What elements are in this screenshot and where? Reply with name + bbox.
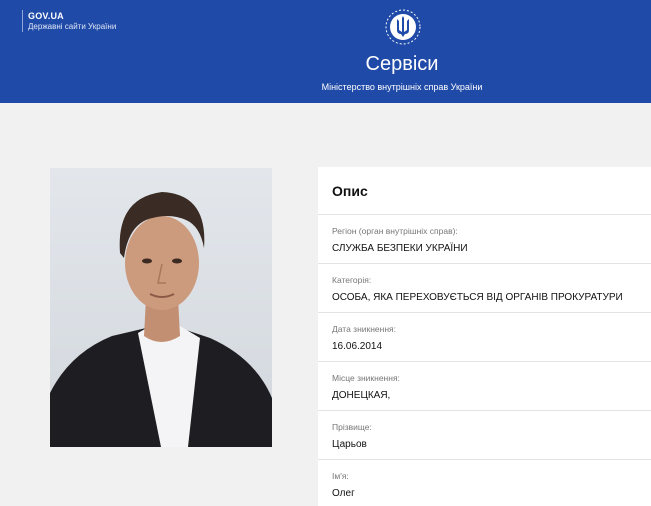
person-photo [50, 168, 272, 447]
field-missing-date: Дата зникнення: 16.06.2014 [318, 313, 651, 362]
field-value: СЛУЖБА БЕЗПЕКИ УКРАЇНИ [332, 243, 468, 254]
field-first-name: Ім'я: Олег [318, 460, 651, 506]
field-value: ДОНЕЦКАЯ, [332, 390, 391, 401]
field-value: Олег [332, 488, 355, 499]
field-label: Категорія: [332, 275, 372, 285]
site-header: GOV.UA Державні сайти України Сервіси Мі… [0, 0, 651, 103]
trident-emblem-icon[interactable] [383, 7, 423, 47]
field-label: Ім'я: [332, 471, 349, 481]
field-surname: Прізвище: Царьов [318, 411, 651, 460]
page-title: Сервіси [365, 53, 439, 75]
field-value: Царьов [332, 439, 367, 450]
card-title: Опис [318, 167, 651, 215]
field-label: Дата зникнення: [332, 324, 397, 334]
field-value: 16.06.2014 [332, 341, 383, 352]
field-missing-place: Місце зникнення: ДОНЕЦКАЯ, [318, 362, 651, 411]
field-label: Прізвище: [332, 422, 372, 432]
ministry-subtitle: Міністерство внутрішніх справ України [321, 82, 483, 92]
field-value: ОСОБА, ЯКА ПЕРЕХОВУЄТЬСЯ ВІД ОРГАНІВ ПРО… [332, 292, 623, 303]
description-card: Опис Регіон (орган внутрішніх справ): СЛ… [318, 167, 651, 506]
field-label: Регіон (орган внутрішніх справ): [332, 226, 458, 236]
field-region: Регіон (орган внутрішніх справ): СЛУЖБА … [318, 215, 651, 264]
gov-ua-subtitle: Державні сайти України [28, 22, 117, 31]
gov-ua-name: GOV.UA [28, 11, 64, 21]
field-category: Категорія: ОСОБА, ЯКА ПЕРЕХОВУЄТЬСЯ ВІД … [318, 264, 651, 313]
gov-ua-link[interactable]: GOV.UA Державні сайти України [22, 10, 116, 32]
field-label: Місце зникнення: [332, 373, 400, 383]
